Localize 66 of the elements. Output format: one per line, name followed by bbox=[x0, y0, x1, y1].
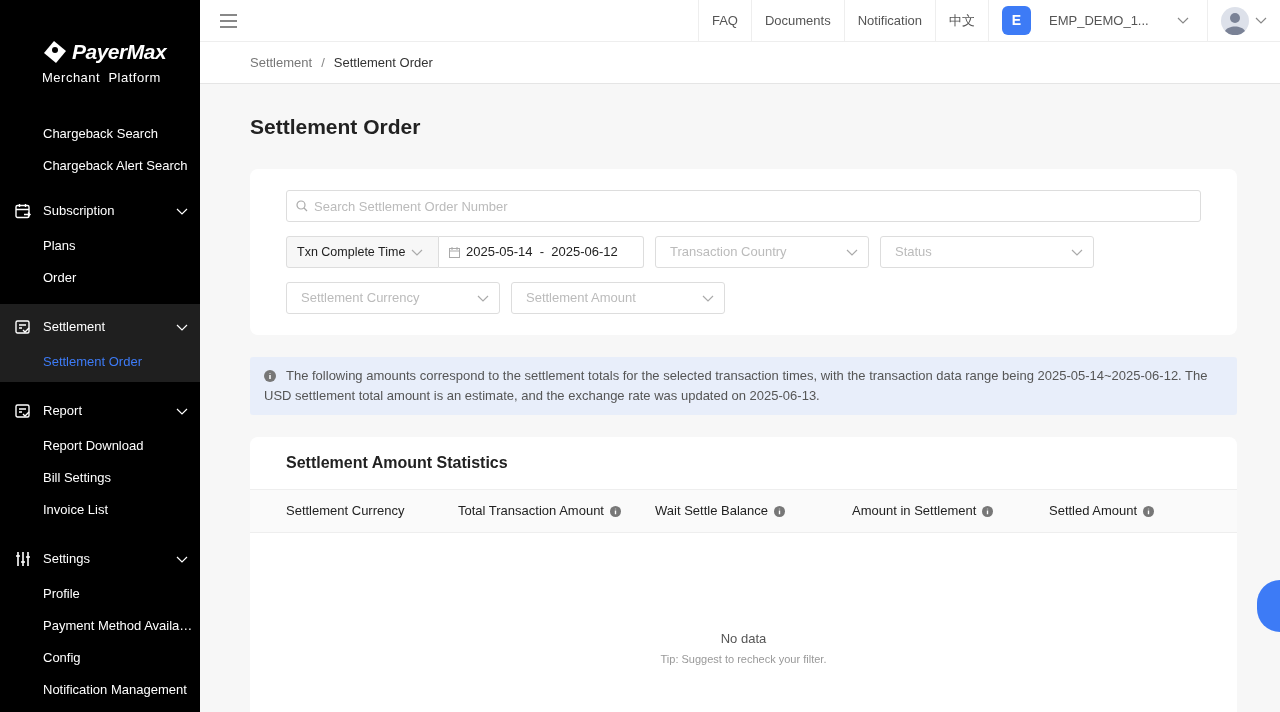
card-title: Settlement Amount Statistics bbox=[285, 453, 509, 474]
chevron-icon bbox=[1255, 17, 1267, 24]
chevron-icon bbox=[846, 248, 858, 256]
logo-icon bbox=[42, 39, 68, 64]
breadcrumb-item: Settlement Order bbox=[333, 53, 433, 72]
calendar-icon bbox=[449, 246, 460, 258]
menu-icon[interactable] bbox=[220, 13, 237, 28]
info-icon[interactable] bbox=[1143, 505, 1155, 517]
chat-button[interactable] bbox=[1257, 580, 1280, 632]
sidebar-item[interactable]: Order bbox=[0, 262, 200, 294]
sidebar-group[interactable]: Settlement bbox=[0, 308, 200, 346]
info-icon bbox=[264, 370, 276, 383]
info-icon[interactable] bbox=[773, 505, 785, 517]
sidebar-item[interactable]: Config bbox=[0, 642, 200, 674]
chevron-icon bbox=[176, 407, 188, 415]
chevron-icon bbox=[477, 294, 489, 302]
chevron-icon bbox=[176, 555, 188, 563]
account-avatar: E bbox=[1002, 6, 1031, 35]
user-avatar[interactable] bbox=[1221, 6, 1249, 35]
sidebar-item[interactable]: Settlement Order bbox=[0, 346, 200, 378]
topbar-link[interactable]: Notification bbox=[843, 0, 935, 42]
account-name[interactable]: EMP_DEMO_1... bbox=[1049, 10, 1159, 31]
topbar-link[interactable]: 中文 bbox=[935, 0, 988, 42]
breadcrumb-separator: / bbox=[321, 53, 325, 72]
sliders-icon bbox=[15, 551, 31, 567]
sidebar-group[interactable]: Subscription bbox=[0, 192, 200, 230]
empty-tip: Tip: Suggest to recheck your filter. bbox=[660, 651, 827, 667]
calendar-icon bbox=[15, 203, 31, 219]
search-field[interactable]: Search Settlement Order Number bbox=[286, 190, 1201, 223]
column-header: Amount in Settlement bbox=[852, 502, 977, 521]
info-icon[interactable] bbox=[982, 505, 994, 517]
column-header: Wait Settle Balance bbox=[655, 502, 768, 521]
chevron-icon bbox=[702, 294, 714, 302]
sidebar-item[interactable]: Invoice List bbox=[0, 494, 200, 526]
sidebar-item[interactable]: Plans bbox=[0, 230, 200, 262]
notice-text: The following amounts correspond to the settlement totals for the selected transaction times, with the transaction data range being 2025-05-14~2025-06-12. The USD settlement total amount is an estimate, and the exchange rate was updated on 2025-06-13. bbox=[264, 367, 1209, 406]
sidebar-item[interactable]: Profile bbox=[0, 578, 200, 610]
topbar-link[interactable]: Documents bbox=[750, 0, 844, 42]
breadcrumb-item[interactable]: Settlement bbox=[250, 52, 313, 73]
sidebar-item[interactable]: Chargeback Search bbox=[0, 118, 200, 150]
chevron-icon bbox=[176, 207, 188, 215]
brand-subtitle: Merchant Platform bbox=[42, 68, 162, 87]
sidebar-group[interactable]: Report bbox=[0, 392, 200, 430]
chevron-icon bbox=[1071, 248, 1083, 256]
checklist-icon bbox=[15, 403, 31, 419]
sidebar-item[interactable]: Notification Management bbox=[0, 674, 200, 706]
chevron-icon bbox=[411, 248, 424, 256]
empty-title: No data bbox=[720, 630, 767, 649]
sidebar-item[interactable]: Chargeback Alert Search bbox=[0, 150, 200, 182]
page-title: Settlement Order bbox=[250, 114, 422, 140]
column-header: Settlement Currency bbox=[286, 502, 405, 521]
chevron-icon bbox=[176, 323, 188, 331]
date-type-select[interactable]: Txn Complete Time bbox=[286, 236, 439, 269]
topbar-link[interactable]: FAQ bbox=[697, 0, 751, 42]
sidebar-item[interactable]: Bill Settings bbox=[0, 462, 200, 494]
info-icon[interactable] bbox=[610, 505, 621, 517]
checklist-icon bbox=[15, 319, 31, 335]
search-icon bbox=[296, 200, 308, 213]
column-header: Settled Amount bbox=[1049, 502, 1138, 521]
chevron-icon bbox=[1177, 17, 1189, 24]
sidebar-item[interactable]: Report Download bbox=[0, 430, 200, 462]
sidebar-item[interactable]: Payment Method Availa… bbox=[0, 610, 200, 642]
column-header: Total Transaction Amount bbox=[458, 502, 604, 521]
date-range-field[interactable]: 2025-05-14 - 2025-06-12 bbox=[439, 236, 644, 269]
brand-name: PayerMax bbox=[72, 39, 167, 65]
sidebar-group[interactable]: Settings bbox=[0, 540, 200, 578]
